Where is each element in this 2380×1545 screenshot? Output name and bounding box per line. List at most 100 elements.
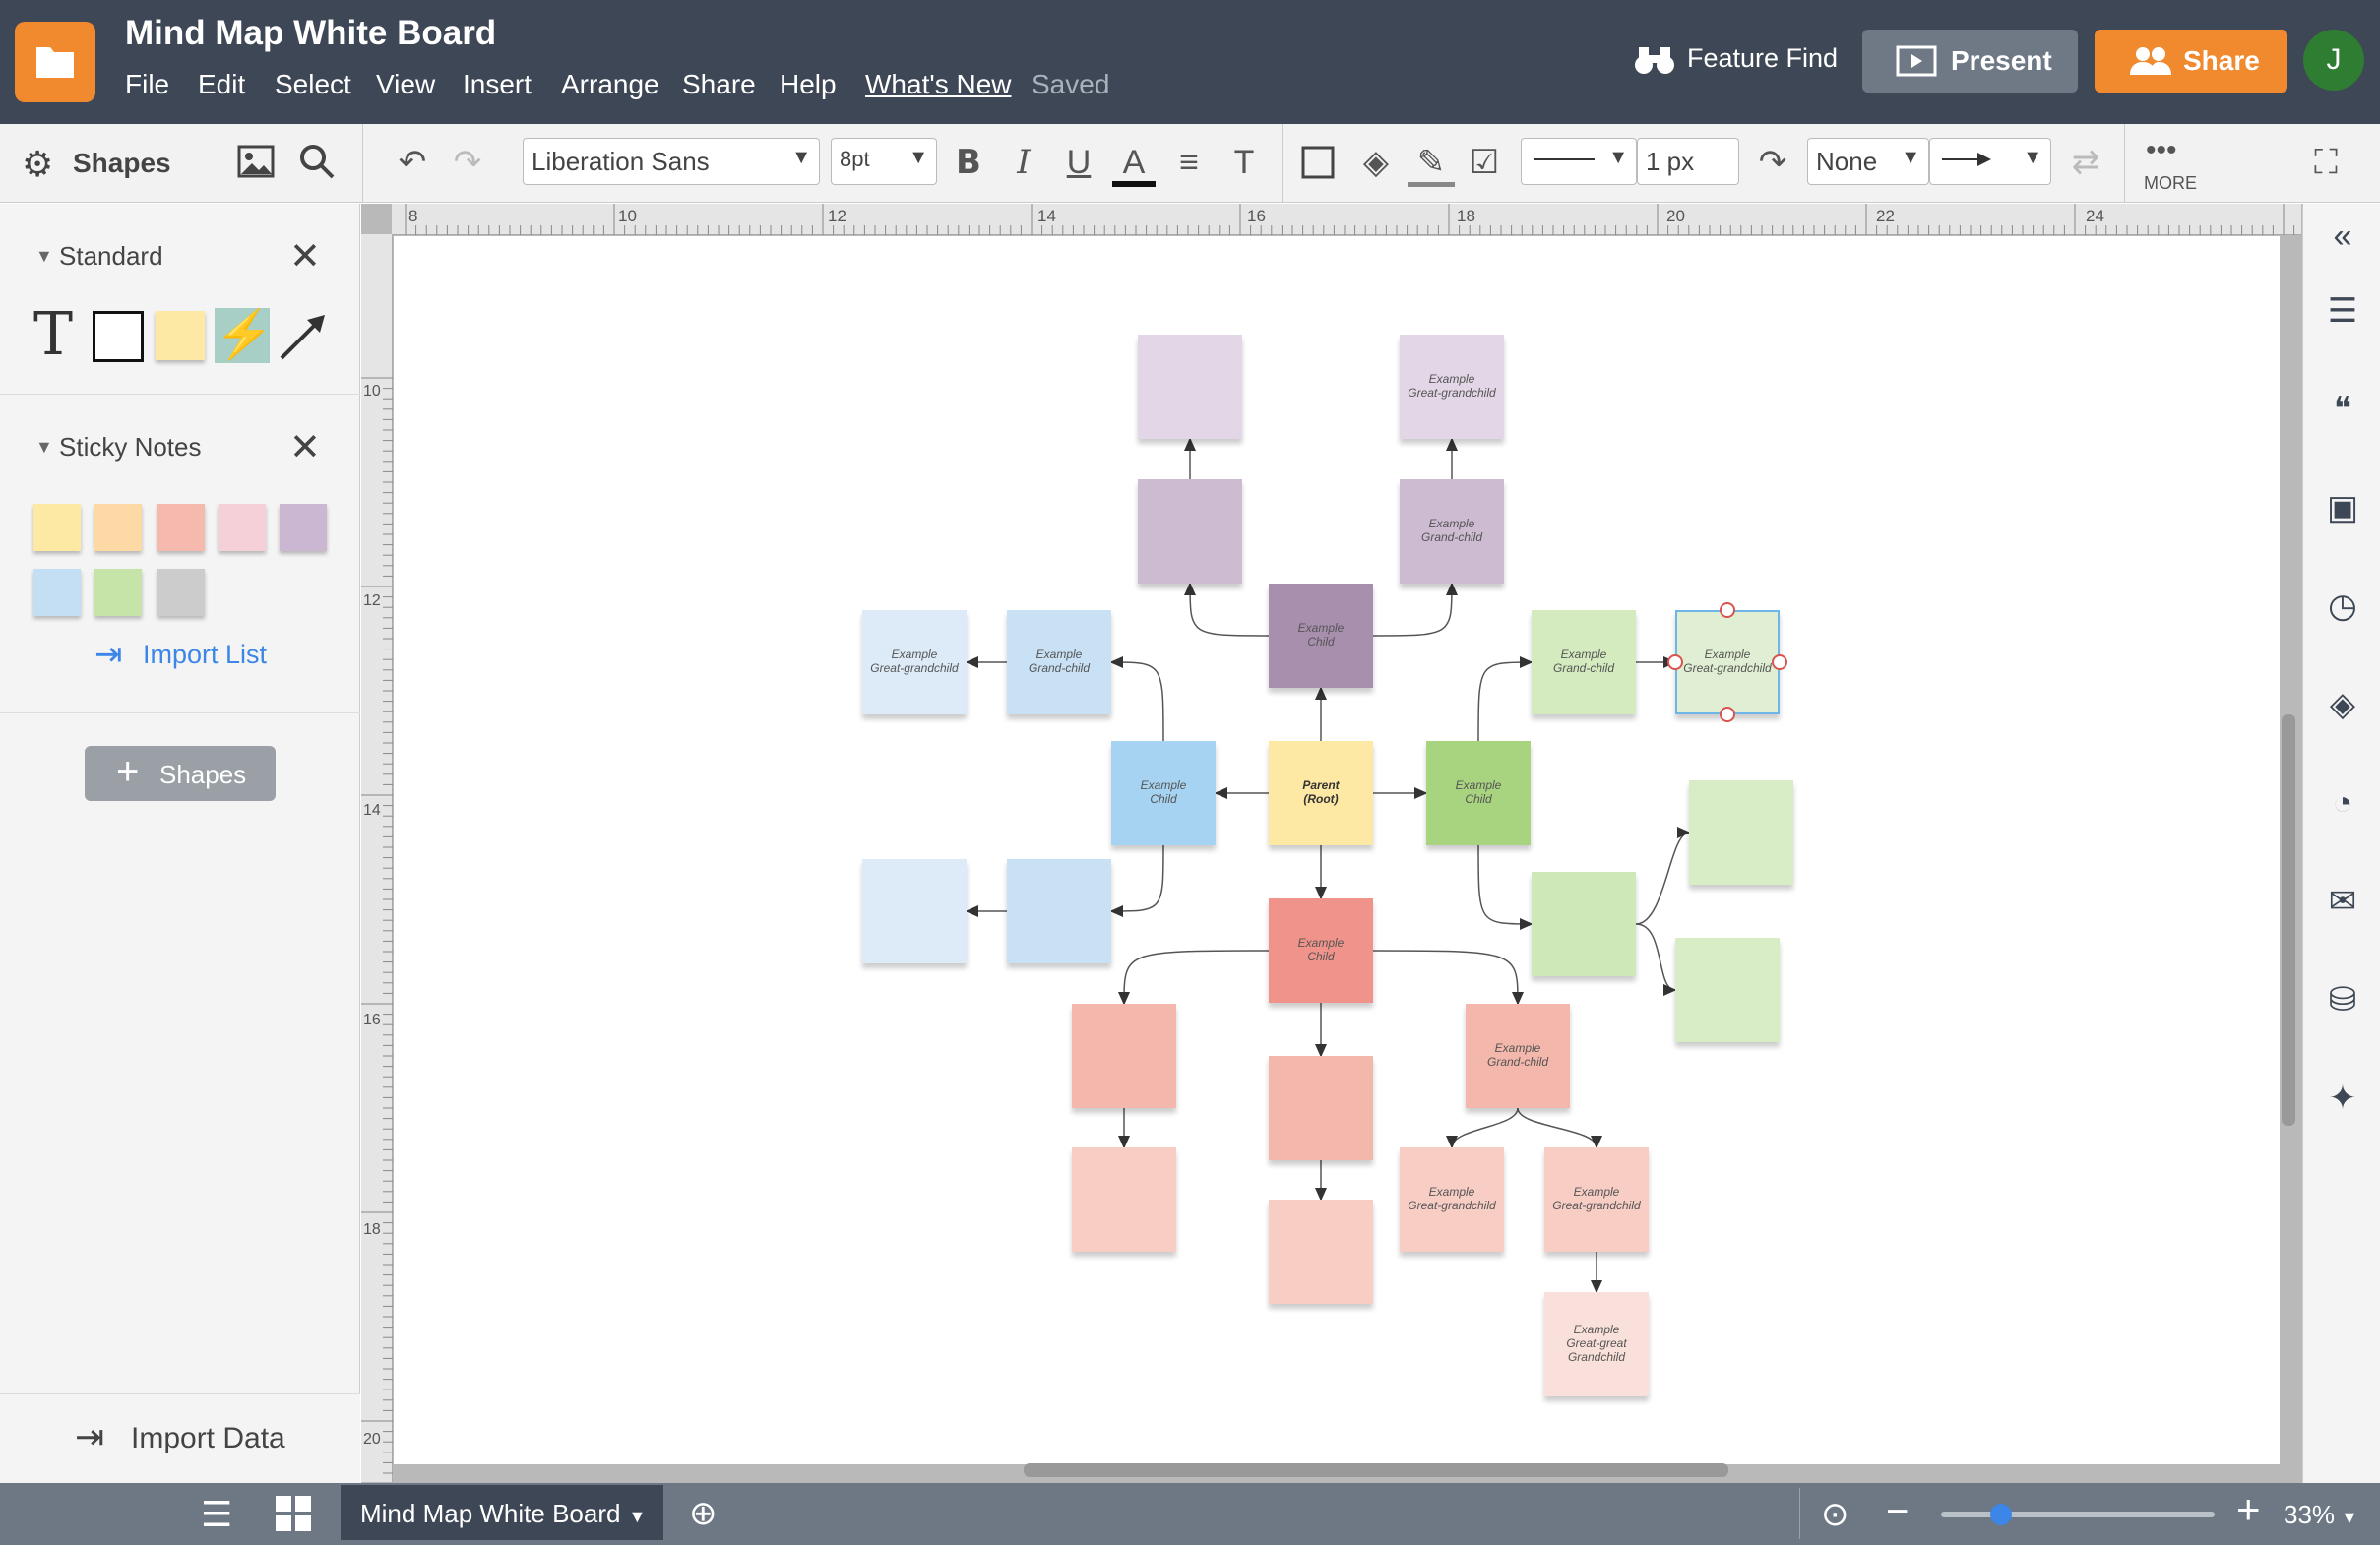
present-button[interactable]: Present	[1862, 30, 2078, 93]
add-page-icon[interactable]: ⊕	[689, 1494, 728, 1533]
layers-icon[interactable]: ◈	[2323, 685, 2362, 724]
list-view-icon[interactable]: ☰	[201, 1495, 240, 1534]
menu-share[interactable]: Share	[682, 69, 756, 100]
import-icon[interactable]: ⇥	[94, 635, 134, 674]
sticky-swatch[interactable]	[157, 504, 205, 551]
mind-map-node[interactable]	[1138, 479, 1242, 584]
mind-map-node[interactable]	[1675, 938, 1780, 1042]
mind-map-node[interactable]	[1269, 1056, 1373, 1160]
mind-map-node[interactable]: Example Great-grandchild	[1400, 335, 1504, 439]
sticky-swatch[interactable]	[33, 504, 81, 551]
zoom-in-icon[interactable]: +	[2236, 1486, 2261, 1533]
end-arrow-select[interactable]: ▼	[1929, 138, 2051, 185]
import-data-panel[interactable]: ⇥ Import Data	[0, 1393, 360, 1483]
menu-file[interactable]: File	[125, 69, 169, 100]
underline-icon[interactable]: U	[1057, 138, 1100, 187]
zoom-slider[interactable]	[1941, 1504, 2215, 1525]
lightning-icon[interactable]: ⚡	[215, 308, 274, 363]
sticky-swatch[interactable]	[94, 504, 142, 551]
close-icon[interactable]: ✕	[289, 234, 321, 278]
presentation-icon[interactable]: ▣	[2323, 488, 2362, 527]
root-node[interactable]: Parent (Root)	[1269, 741, 1373, 845]
font-size-select[interactable]: 8pt ▼	[831, 138, 937, 185]
menu-help[interactable]: Help	[780, 69, 837, 100]
mind-map-node[interactable]	[1689, 780, 1793, 885]
chat-icon[interactable]: ✉	[2323, 882, 2362, 921]
mind-map-node[interactable]	[1072, 1147, 1176, 1252]
mind-map-node[interactable]: Example Grand-child	[1400, 479, 1504, 584]
text-color-icon[interactable]: A	[1112, 138, 1156, 187]
selection-handle[interactable]	[1772, 654, 1787, 670]
mind-map-node[interactable]: Example Child	[1426, 741, 1531, 845]
collapse-triangle-icon[interactable]: ▼	[35, 437, 53, 458]
vertical-scrollbar[interactable]	[2282, 714, 2295, 1126]
mind-map-node[interactable]: Example Child	[1269, 584, 1373, 688]
rectangle-tool[interactable]	[93, 311, 144, 362]
selection-handle[interactable]	[1720, 707, 1735, 722]
share-button[interactable]: Share	[2095, 30, 2287, 93]
bold-icon[interactable]: B	[947, 138, 990, 187]
folder-icon[interactable]	[15, 22, 95, 102]
mind-map-node[interactable]: Example Grand-child	[1466, 1004, 1570, 1108]
sticky-swatch[interactable]	[219, 504, 266, 551]
image-icon[interactable]	[236, 142, 276, 181]
add-shapes-button[interactable]: + Shapes	[85, 746, 276, 801]
shape-border-icon[interactable]	[1297, 142, 1339, 183]
page-settings-icon[interactable]: ☰	[2323, 291, 2362, 331]
fullscreen-icon[interactable]: ⛶	[2301, 138, 2350, 187]
more-icon[interactable]: •••	[2146, 134, 2177, 167]
mind-map-node[interactable]	[1269, 1200, 1373, 1304]
more-label[interactable]: MORE	[2144, 173, 2197, 194]
selection-handle[interactable]	[1667, 654, 1683, 670]
line-width-select[interactable]: 1 px	[1637, 138, 1739, 185]
comments-quote-icon[interactable]: ❝	[2323, 390, 2362, 429]
undo-icon[interactable]: ↶	[390, 138, 435, 187]
magic-wand-icon[interactable]: ✦	[2323, 1079, 2362, 1118]
zoom-level[interactable]: 33% ▼	[2284, 1500, 2358, 1530]
mind-map-node[interactable]: Example Great-grandchild	[862, 610, 967, 714]
grid-view-icon[interactable]	[274, 1494, 313, 1533]
align-icon[interactable]: ≡	[1167, 138, 1211, 187]
start-arrow-select[interactable]: None ▼	[1807, 138, 1929, 185]
horizontal-scrollbar[interactable]	[1024, 1463, 1728, 1477]
mind-map-node[interactable]	[1007, 859, 1111, 963]
shapes-label[interactable]: Shapes	[73, 148, 171, 179]
mind-map-node[interactable]: Example Grand-child	[1532, 610, 1636, 714]
history-icon[interactable]: ◷	[2323, 587, 2362, 626]
search-icon[interactable]	[297, 142, 337, 181]
sticky-swatch[interactable]	[157, 569, 205, 616]
sticky-swatch[interactable]	[280, 504, 327, 551]
theme-icon[interactable]: ◔	[2323, 783, 2362, 823]
mind-map-node[interactable]	[862, 859, 967, 963]
text-options-icon[interactable]: T	[1222, 138, 1266, 187]
menu-whats-new[interactable]: What's New	[865, 69, 1012, 100]
selection-handle[interactable]	[1720, 602, 1735, 618]
collapse-panel-icon[interactable]: «	[2323, 216, 2362, 256]
mind-map-node[interactable]	[1072, 1004, 1176, 1108]
feature-find-button[interactable]: Feature Find	[1687, 43, 1838, 74]
sticky-note-tool[interactable]	[156, 311, 205, 360]
zoom-out-icon[interactable]: −	[1886, 1490, 1909, 1534]
mind-map-node[interactable]: Example Great-great Grandchild	[1544, 1292, 1649, 1396]
menu-view[interactable]: View	[376, 69, 435, 100]
menu-select[interactable]: Select	[275, 69, 351, 100]
data-link-icon[interactable]: ⛁	[2323, 980, 2362, 1020]
mind-map-node[interactable]: Example Great-grandchild	[1544, 1147, 1649, 1252]
page-tab[interactable]: Mind Map White Board ▼	[341, 1485, 663, 1540]
italic-icon[interactable]: I	[1002, 138, 1045, 187]
mind-map-node[interactable]	[1532, 872, 1636, 976]
document-title[interactable]: Mind Map White Board	[125, 14, 496, 53]
zoom-slider-handle[interactable]	[1990, 1504, 2013, 1525]
sticky-swatch[interactable]	[94, 569, 142, 616]
collapse-triangle-icon[interactable]: ▼	[35, 246, 53, 267]
line-color-icon[interactable]: ✎	[1408, 138, 1455, 187]
import-list-link[interactable]: Import List	[143, 640, 267, 670]
fill-color-icon[interactable]: ◈	[1352, 138, 1400, 187]
swap-arrows-icon[interactable]: ⇄	[2063, 138, 2108, 187]
mind-map-node[interactable]: Example Child	[1111, 741, 1216, 845]
mind-map-node[interactable]	[1138, 335, 1242, 439]
curve-line-icon[interactable]: ↷	[1750, 138, 1795, 187]
style-icon[interactable]: ☑	[1461, 138, 1508, 187]
line-style-select[interactable]: ▼	[1521, 138, 1637, 185]
menu-edit[interactable]: Edit	[198, 69, 245, 100]
